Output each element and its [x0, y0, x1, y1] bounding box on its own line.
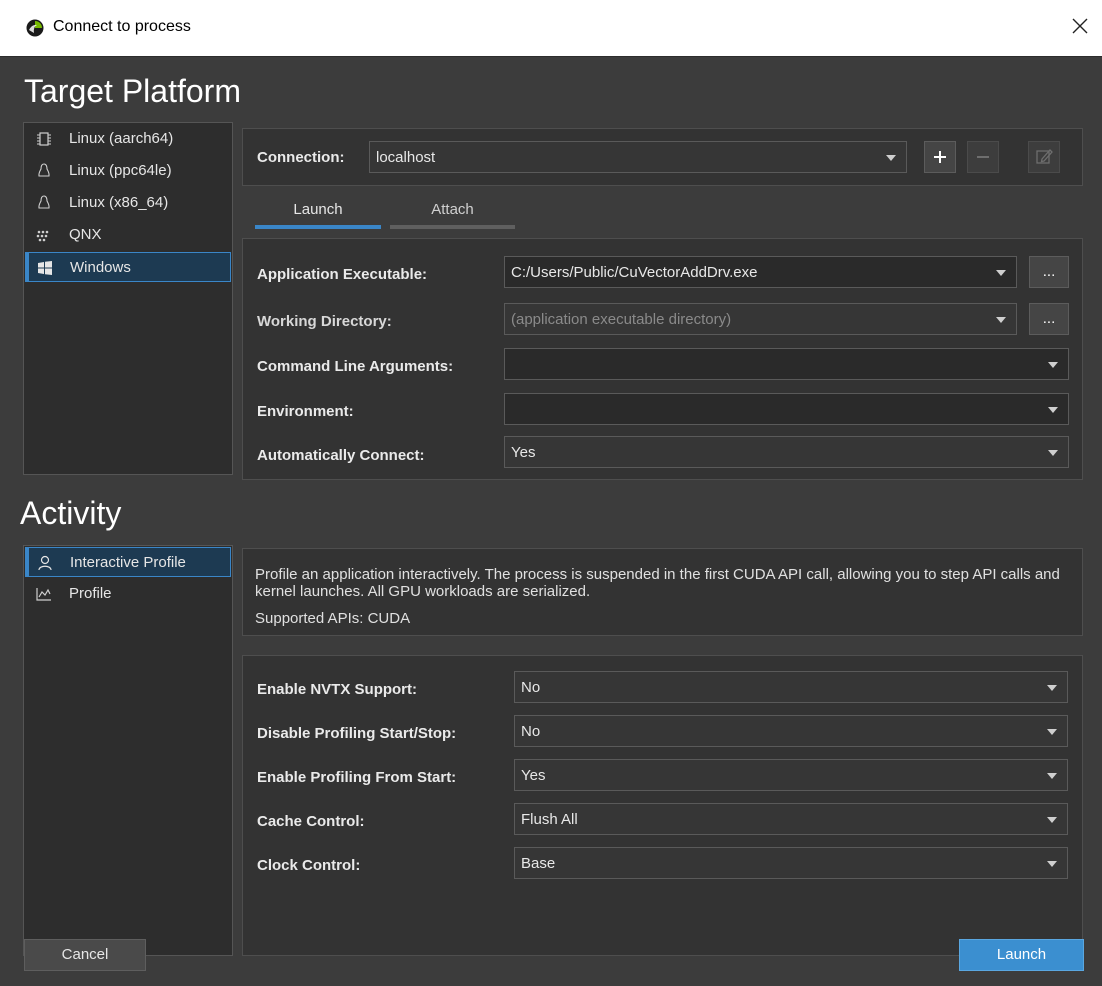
remove-connection-button[interactable] — [967, 141, 999, 173]
cancel-button[interactable]: Cancel — [24, 939, 146, 971]
chevron-down-icon — [996, 317, 1006, 323]
target-platform-heading: Target Platform — [24, 73, 241, 109]
cache-control-label: Cache Control: — [257, 813, 365, 830]
chevron-down-icon — [1047, 773, 1057, 779]
chevron-down-icon — [886, 155, 896, 161]
chevron-down-icon — [1047, 685, 1057, 691]
app-exe-label: Application Executable: — [257, 266, 428, 283]
from-start-value: Yes — [521, 767, 546, 784]
tux-icon — [38, 163, 50, 177]
platform-label: Linux (aarch64) — [69, 130, 174, 147]
chevron-down-icon — [1048, 362, 1058, 368]
tab-label: Attach — [431, 201, 474, 218]
tab-indicator — [255, 225, 381, 229]
tab-indicator — [390, 225, 515, 229]
platform-item-linux-aarch64[interactable]: Linux (aarch64) — [25, 124, 231, 154]
cmd-args-input[interactable] — [504, 348, 1069, 380]
activity-options-panel: Enable NVTX Support: No Disable Profilin… — [242, 655, 1083, 956]
platform-label: QNX — [69, 226, 102, 243]
activity-list: Interactive Profile Profile — [23, 545, 233, 956]
from-start-select[interactable]: Yes — [514, 759, 1068, 791]
platform-item-linux-x86-64[interactable]: Linux (x86_64) — [25, 188, 231, 218]
chevron-down-icon — [1047, 861, 1057, 867]
start-stop-value: No — [521, 723, 541, 740]
app-icon — [26, 19, 44, 37]
supported-apis: Supported APIs: CUDA — [255, 610, 411, 627]
nvtx-value: No — [521, 679, 541, 696]
platform-item-linux-ppc64le[interactable]: Linux (ppc64le) — [25, 156, 231, 186]
activity-item-profile[interactable]: Profile — [25, 579, 231, 609]
auto-connect-label: Automatically Connect: — [257, 447, 425, 464]
clock-control-value: Base — [521, 855, 556, 872]
interactive-profile-icon — [38, 555, 52, 571]
environment-label: Environment: — [257, 403, 354, 420]
add-connection-button[interactable] — [924, 141, 956, 173]
platform-item-qnx[interactable]: QNX — [25, 220, 231, 250]
chip-icon — [37, 132, 51, 146]
activity-heading: Activity — [20, 495, 122, 531]
start-stop-select[interactable]: No — [514, 715, 1068, 747]
launch-form-panel: Application Executable: C:/Users/Public/… — [242, 238, 1083, 480]
close-icon[interactable] — [1068, 14, 1092, 38]
tab-launch[interactable]: Launch — [255, 201, 381, 229]
auto-connect-select[interactable]: Yes — [504, 436, 1069, 468]
working-dir-label: Working Directory: — [257, 313, 392, 330]
nvtx-label: Enable NVTX Support: — [257, 681, 418, 698]
chevron-down-icon — [996, 270, 1006, 276]
tux-icon — [38, 195, 50, 209]
cmd-args-label: Command Line Arguments: — [257, 358, 454, 375]
start-stop-label: Disable Profiling Start/Stop: — [257, 725, 457, 742]
qnx-icon — [36, 230, 49, 242]
clock-control-label: Clock Control: — [257, 857, 361, 874]
profile-chart-icon — [36, 588, 51, 601]
activity-label: Interactive Profile — [70, 554, 186, 571]
platform-list: Linux (aarch64) Linux (ppc64le) Linux (x… — [23, 122, 233, 475]
edit-icon — [1036, 149, 1053, 164]
connection-panel: Connection: localhost — [242, 128, 1083, 186]
connection-label: Connection: — [257, 149, 345, 166]
activity-description: Profile an application interactively. Th… — [255, 566, 1060, 600]
tab-attach[interactable]: Attach — [390, 201, 515, 229]
app-exe-browse-button[interactable]: ... — [1029, 256, 1069, 288]
platform-label: Linux (ppc64le) — [69, 162, 172, 179]
clock-control-select[interactable]: Base — [514, 847, 1068, 879]
chevron-down-icon — [1047, 817, 1057, 823]
environment-input[interactable] — [504, 393, 1069, 425]
windows-icon — [38, 261, 52, 275]
cache-control-value: Flush All — [521, 811, 578, 828]
working-dir-browse-button[interactable]: ... — [1029, 303, 1069, 335]
tab-label: Launch — [293, 201, 343, 218]
connection-select[interactable]: localhost — [369, 141, 907, 173]
chevron-down-icon — [1047, 729, 1057, 735]
edit-connection-button[interactable] — [1028, 141, 1060, 173]
minus-icon — [977, 156, 989, 158]
connection-value: localhost — [376, 149, 436, 166]
chevron-down-icon — [1048, 407, 1058, 413]
launch-button[interactable]: Launch — [959, 939, 1084, 971]
activity-item-interactive-profile[interactable]: Interactive Profile — [25, 547, 231, 577]
chevron-down-icon — [1048, 450, 1058, 456]
app-exe-select[interactable]: C:/Users/Public/CuVectorAddDrv.exe — [504, 256, 1017, 288]
platform-label: Linux (x86_64) — [69, 194, 169, 211]
window-title: Connect to process — [53, 18, 191, 35]
app-exe-value: C:/Users/Public/CuVectorAddDrv.exe — [511, 264, 758, 281]
working-dir-select[interactable]: (application executable directory) — [504, 303, 1017, 335]
nvtx-select[interactable]: No — [514, 671, 1068, 703]
activity-label: Profile — [69, 585, 112, 602]
from-start-label: Enable Profiling From Start: — [257, 769, 457, 786]
plus-icon — [934, 151, 946, 163]
platform-item-windows[interactable]: Windows — [25, 252, 231, 282]
platform-label: Windows — [70, 259, 131, 276]
title-bar: Connect to process — [0, 0, 1102, 57]
working-dir-placeholder: (application executable directory) — [511, 311, 732, 328]
activity-description-panel: Profile an application interactively. Th… — [242, 548, 1083, 636]
cache-control-select[interactable]: Flush All — [514, 803, 1068, 835]
auto-connect-value: Yes — [511, 444, 536, 461]
dialog-body: Target Platform Linux (aarch64) Linux (p… — [0, 57, 1102, 986]
